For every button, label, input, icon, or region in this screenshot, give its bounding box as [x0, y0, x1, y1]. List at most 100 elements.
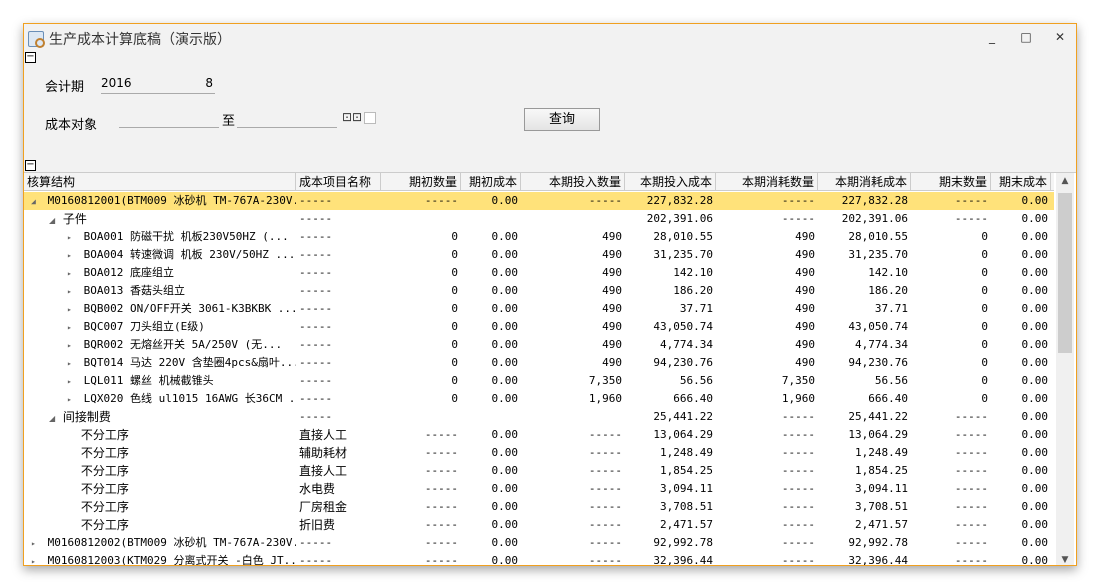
column-header[interactable]: 本期投入数量: [521, 173, 625, 191]
expand-toggle-icon[interactable]: ▸: [67, 283, 77, 300]
value-cell: 0.00: [491, 356, 519, 369]
value-cell: 0: [451, 392, 458, 405]
scroll-down-icon[interactable]: ▼: [1056, 555, 1074, 565]
structure-cell: ▸ BQB002 ON/OFF开关 3061-K3BKBK ...: [64, 300, 296, 318]
value-cell: 3,708.51: [855, 500, 908, 513]
column-header[interactable]: 本期消耗成本: [818, 173, 911, 191]
table-row[interactable]: ▸ BOA001 防磁干扰 机板230V50HZ (... ----- 0 0.00 4…: [24, 228, 1054, 246]
value-cell: [381, 408, 461, 426]
expand-toggle-icon[interactable]: ▸: [31, 553, 41, 565]
table-row[interactable]: ▸ BOA012 底座组立 ----- 0 0.00 490 142.10 490 142.1…: [24, 264, 1054, 282]
cost-item-cell: -----: [299, 266, 333, 279]
table-row[interactable]: ◢ 间接制费 ----- 25,441.22 ----- 25,441.22 ----- 0…: [24, 408, 1054, 426]
column-header[interactable]: 期初成本: [461, 173, 521, 191]
checkbox[interactable]: [364, 112, 376, 124]
value-cell: 490: [602, 338, 622, 351]
maximize-button[interactable]: □: [1018, 30, 1034, 44]
scroll-up-icon[interactable]: ▲: [1056, 176, 1074, 186]
value-cell: 25,441.22: [653, 410, 713, 423]
value-cell: 0: [451, 284, 458, 297]
expand-toggle-icon[interactable]: ▸: [31, 535, 41, 552]
expand-toggle-icon[interactable]: ▸: [67, 391, 77, 408]
column-header[interactable]: 成本项目名称: [296, 173, 381, 191]
collapse-filter-icon[interactable]: −: [25, 52, 36, 63]
value-cell: 0.00: [491, 266, 519, 279]
table-row[interactable]: 不分工序 直接人工 ----- 0.00 ----- 1,854.25 ----- 1,854…: [24, 462, 1054, 480]
period-label: 会计期: [45, 80, 85, 95]
expand-toggle-icon[interactable]: ▸: [67, 373, 77, 390]
table-row[interactable]: ◢ M0160812001(BTM009 冰砂机 TM-767A-230V...…: [24, 192, 1054, 210]
expand-toggle-icon[interactable]: ◢: [49, 410, 59, 426]
value-cell: 0.00: [491, 500, 519, 513]
app-icon: [28, 31, 45, 48]
value-cell: 1,248.49: [660, 446, 713, 459]
table-row[interactable]: ▸ LQX020 色线 ul1015 16AWG 长36CM ... ----- 0…: [24, 390, 1054, 408]
value-cell: 0.00: [1021, 284, 1049, 297]
structure-cell: ▸ BOA012 底座组立: [64, 264, 296, 282]
table-row[interactable]: 不分工序 厂房租金 ----- 0.00 ----- 3,708.51 ----- 3,708…: [24, 498, 1054, 516]
expand-toggle-icon[interactable]: ◢: [49, 212, 59, 228]
structure-name: 不分工序: [80, 518, 129, 532]
table-row[interactable]: ▸ BQC007 刀头组立(E级) ----- 0 0.00 490 43,050.74 4…: [24, 318, 1054, 336]
value-cell: 43,050.74: [653, 320, 713, 333]
expand-toggle-icon[interactable]: ▸: [67, 301, 77, 318]
period-field[interactable]: 2016 8: [101, 74, 215, 94]
structure-cell: 不分工序: [64, 480, 296, 498]
column-header[interactable]: 期末数量: [911, 173, 991, 191]
table-row[interactable]: ▸ BQB002 ON/OFF开关 3061-K3BKBK ... ----- 0 0…: [24, 300, 1054, 318]
value-cell: 666.40: [673, 392, 713, 405]
value-cell: [381, 210, 461, 228]
expand-toggle-icon[interactable]: ▸: [67, 247, 77, 264]
expand-toggle-icon[interactable]: ▸: [67, 229, 77, 246]
binoculars-icon[interactable]: ⊡⊡: [342, 110, 362, 124]
column-header[interactable]: 期初数量: [381, 173, 461, 191]
table-row[interactable]: ▸ BOA013 香菇头组立 ----- 0 0.00 490 186.20 490 186.…: [24, 282, 1054, 300]
column-header[interactable]: 核算结构: [24, 173, 296, 191]
window-title: 生产成本计算底稿（演示版）: [49, 32, 231, 48]
value-cell: 490: [795, 338, 815, 351]
structure-name: LQX020 色线 ul1015 16AWG 长36CM ...: [83, 392, 296, 405]
value-cell: 0.00: [1021, 374, 1049, 387]
table-row[interactable]: ▸ LQL011 螺丝 机械截锥头 ----- 0 0.00 7,350 56.56 7,3…: [24, 372, 1054, 390]
table-row[interactable]: 不分工序 辅助耗材 ----- 0.00 ----- 1,248.49 ----- 1,248…: [24, 444, 1054, 462]
month-value: 8: [205, 76, 213, 90]
value-cell: 0.00: [1021, 428, 1049, 441]
table-row[interactable]: ▸ M0160812003(KTM029 分离式开关 -白色 JT... ----…: [24, 552, 1054, 566]
cost-item-cell: -----: [299, 248, 333, 261]
value-cell: 0: [981, 302, 988, 315]
scrollbar-thumb[interactable]: [1058, 193, 1072, 353]
value-cell: -----: [781, 554, 815, 566]
vertical-scrollbar[interactable]: ▲ ▼: [1056, 173, 1074, 565]
query-button[interactable]: 查询: [524, 108, 600, 131]
column-header[interactable]: 本期投入成本: [625, 173, 716, 191]
cost-object-to-input[interactable]: [237, 108, 337, 128]
structure-name: M0160812002(BTM009 冰砂机 TM-767A-230V...: [47, 536, 296, 549]
table-row[interactable]: 不分工序 水电费 ----- 0.00 ----- 3,094.11 ----- 3,094.…: [24, 480, 1054, 498]
expand-toggle-icon[interactable]: ▸: [67, 337, 77, 354]
value-cell: [461, 210, 521, 228]
table-row[interactable]: ▸ BQT014 马达 220V 含垫圈4pcs&扇叶... ----- 0 0.00…: [24, 354, 1054, 372]
value-cell: 1,960: [588, 392, 622, 405]
table-row[interactable]: ▸ BQR002 无熔丝开关 5A/250V (无... ----- 0 0.00 49…: [24, 336, 1054, 354]
minimize-button[interactable]: _: [984, 30, 1000, 44]
table-row[interactable]: ▸ M0160812002(BTM009 冰砂机 TM-767A-230V...…: [24, 534, 1054, 552]
value-cell: -----: [424, 500, 458, 513]
value-cell: 490: [602, 302, 622, 315]
expand-toggle-icon[interactable]: ▸: [67, 265, 77, 282]
column-header[interactable]: 本期消耗数量: [716, 173, 818, 191]
value-cell: 0: [981, 230, 988, 243]
cost-object-from-input[interactable]: [119, 108, 219, 128]
close-button[interactable]: ✕: [1052, 30, 1068, 44]
table-row[interactable]: 不分工序 折旧费 ----- 0.00 ----- 2,471.57 ----- 2,471.…: [24, 516, 1054, 534]
expand-toggle-icon[interactable]: ▸: [67, 319, 77, 336]
value-cell: 227,832.28: [841, 194, 908, 207]
column-header[interactable]: 期末成本: [991, 173, 1051, 191]
expand-toggle-icon[interactable]: ◢: [31, 193, 41, 210]
table-row[interactable]: ◢ 子件 ----- 202,391.06 ----- 202,391.06 ----- 0…: [24, 210, 1054, 228]
collapse-grid-icon[interactable]: −: [25, 160, 36, 171]
value-cell: -----: [588, 518, 622, 531]
structure-cell: ▸ LQL011 螺丝 机械截锥头: [64, 372, 296, 390]
expand-toggle-icon[interactable]: ▸: [67, 355, 77, 372]
table-row[interactable]: ▸ BOA004 转速微调 机板 230V/50HZ ... ----- 0 0.00…: [24, 246, 1054, 264]
table-row[interactable]: 不分工序 直接人工 ----- 0.00 ----- 13,064.29 ----- 13,0…: [24, 426, 1054, 444]
